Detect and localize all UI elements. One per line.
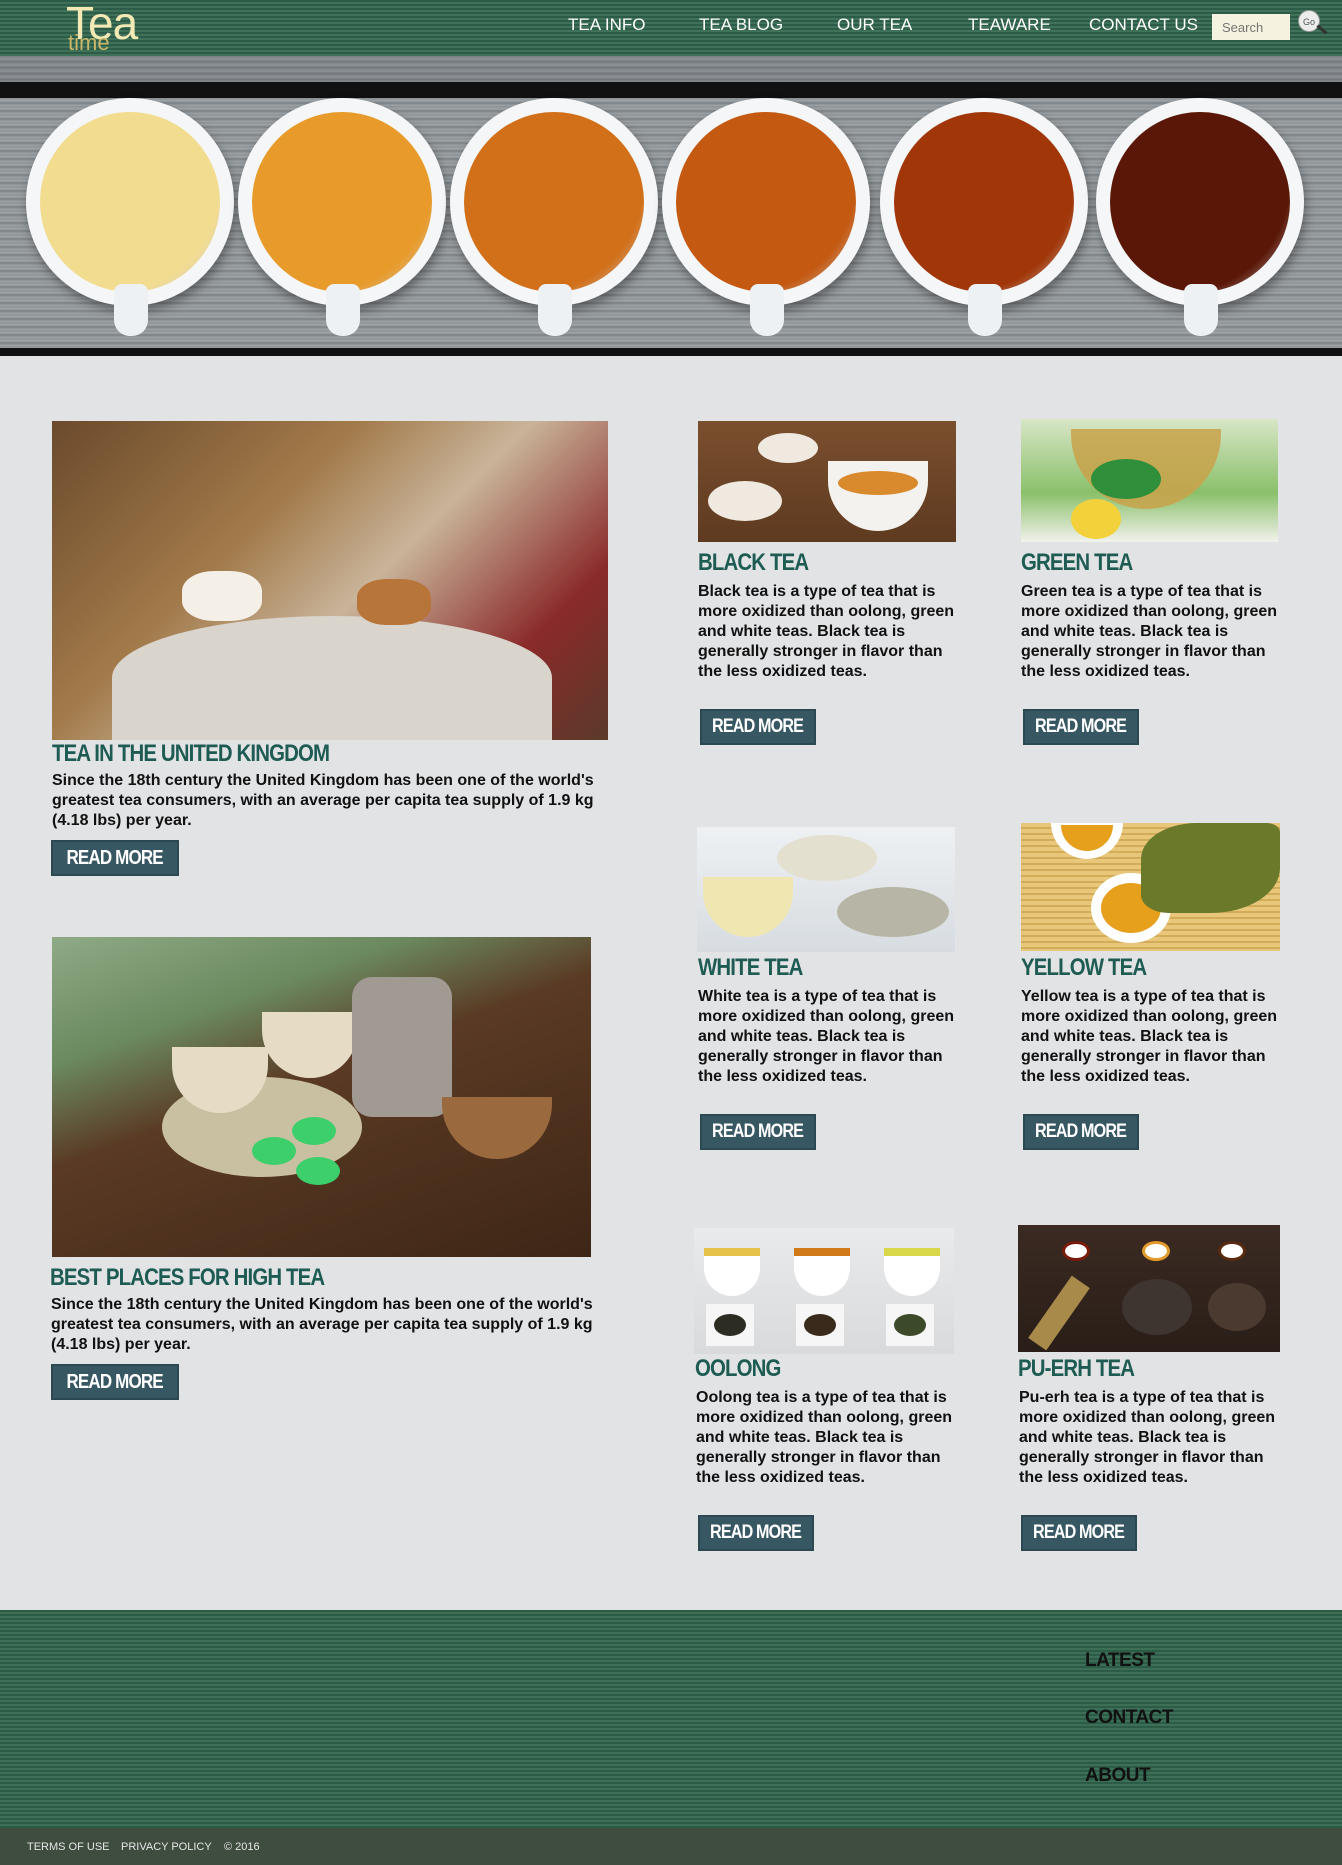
cup-handle (538, 284, 572, 336)
tea-text: Green tea is a type of tea that is more … (1021, 583, 1278, 680)
read-more-button[interactable]: READ MORE (1023, 709, 1139, 745)
read-more-label: READ MORE (66, 1371, 164, 1393)
nav-tea-info[interactable]: TEA INFO (568, 15, 645, 35)
read-more-label: READ MORE (712, 716, 804, 737)
read-more-button[interactable]: READ MORE (698, 1515, 814, 1551)
read-more-label: READ MORE (1035, 716, 1127, 737)
feature-title: TEA IN THE UNITED KINGDOM (52, 740, 330, 767)
feature-text: Since the 18th century the United Kingdo… (51, 1296, 593, 1353)
white-tea-photo (697, 827, 955, 952)
hero-wood-top (0, 56, 1342, 82)
yellow-tea-photo (1021, 823, 1280, 951)
tea-title: BLACK TEA (698, 549, 809, 576)
tea-text: White tea is a type of tea that is more … (698, 988, 955, 1085)
logo-text-sub: time (68, 30, 110, 55)
cup-handle (1184, 284, 1218, 336)
puerh-tea-photo (1018, 1225, 1280, 1352)
tea-cup (238, 98, 446, 336)
footer-link-about[interactable]: ABOUT (1085, 1765, 1151, 1787)
tea-text: Oolong tea is a type of tea that is more… (696, 1389, 953, 1486)
tea-text: Pu-erh tea is a type of tea that is more… (1019, 1389, 1276, 1486)
tea-liquid (894, 112, 1074, 292)
magnifier-handle-icon (1316, 24, 1328, 35)
tea-cup (450, 98, 658, 336)
tea-liquid (676, 112, 856, 292)
footer-bottom-bar: TERMS OF USE PRIVACY POLICY © 2016 (0, 1828, 1342, 1865)
tea-cup (880, 98, 1088, 336)
footer-link-contact[interactable]: CONTACT (1085, 1707, 1173, 1729)
tea-cup (1096, 98, 1304, 336)
tea-title: WHITE TEA (698, 954, 803, 981)
feature-text: Since the 18th century the United Kingdo… (52, 772, 594, 829)
tea-liquid (1110, 112, 1290, 292)
privacy-policy-link[interactable]: PRIVACY POLICY (121, 1841, 212, 1853)
tea-title: OOLONG (695, 1355, 781, 1382)
footer-link-latest[interactable]: LATEST (1085, 1650, 1155, 1672)
feature-title: BEST PLACES FOR HIGH TEA (50, 1264, 325, 1291)
nav-teaware[interactable]: TEAWARE (968, 15, 1051, 35)
cup-handle (326, 284, 360, 336)
read-more-button[interactable]: READ MORE (700, 1114, 816, 1150)
cup-handle (114, 284, 148, 336)
tea-cup (26, 98, 234, 336)
read-more-label: READ MORE (710, 1522, 802, 1543)
tea-party-photo (52, 421, 608, 740)
black-tea-photo (698, 421, 956, 542)
oolong-photo (694, 1228, 954, 1354)
tea-text: Black tea is a type of tea that is more … (698, 583, 955, 680)
tea-liquid (252, 112, 432, 292)
read-more-label: READ MORE (1035, 1121, 1127, 1142)
copyright-text: © 2016 (224, 1841, 260, 1853)
green-tea-photo (1021, 419, 1278, 542)
tea-liquid (464, 112, 644, 292)
search-go-button[interactable]: Go (1298, 10, 1320, 32)
search-input[interactable] (1212, 14, 1290, 40)
read-more-button[interactable]: READ MORE (700, 709, 816, 745)
nav-our-tea[interactable]: OUR TEA (837, 15, 912, 35)
read-more-label: READ MORE (66, 847, 164, 869)
site-footer: LATEST CONTACT ABOUT (0, 1610, 1342, 1828)
read-more-label: READ MORE (1033, 1522, 1125, 1543)
tea-liquid (40, 112, 220, 292)
read-more-button[interactable]: READ MORE (1023, 1114, 1139, 1150)
tea-cup (662, 98, 870, 336)
high-tea-photo (52, 937, 591, 1257)
nav-tea-blog[interactable]: TEA BLOG (699, 15, 783, 35)
tea-title: YELLOW TEA (1021, 954, 1147, 981)
nav-contact-us[interactable]: CONTACT US (1089, 15, 1198, 35)
read-more-button[interactable]: READ MORE (51, 1364, 179, 1400)
read-more-button[interactable]: READ MORE (1021, 1515, 1137, 1551)
hero-banner (0, 56, 1342, 356)
tea-title: PU-ERH TEA (1018, 1355, 1135, 1382)
cup-handle (968, 284, 1002, 336)
tea-title: GREEN TEA (1021, 549, 1133, 576)
read-more-label: READ MORE (712, 1121, 804, 1142)
read-more-button[interactable]: READ MORE (51, 840, 179, 876)
cup-handle (750, 284, 784, 336)
site-header: Tea time TEA INFO TEA BLOG OUR TEA TEAWA… (0, 0, 1342, 56)
tea-text: Yellow tea is a type of tea that is more… (1021, 988, 1278, 1085)
terms-of-use-link[interactable]: TERMS OF USE (27, 1841, 110, 1853)
